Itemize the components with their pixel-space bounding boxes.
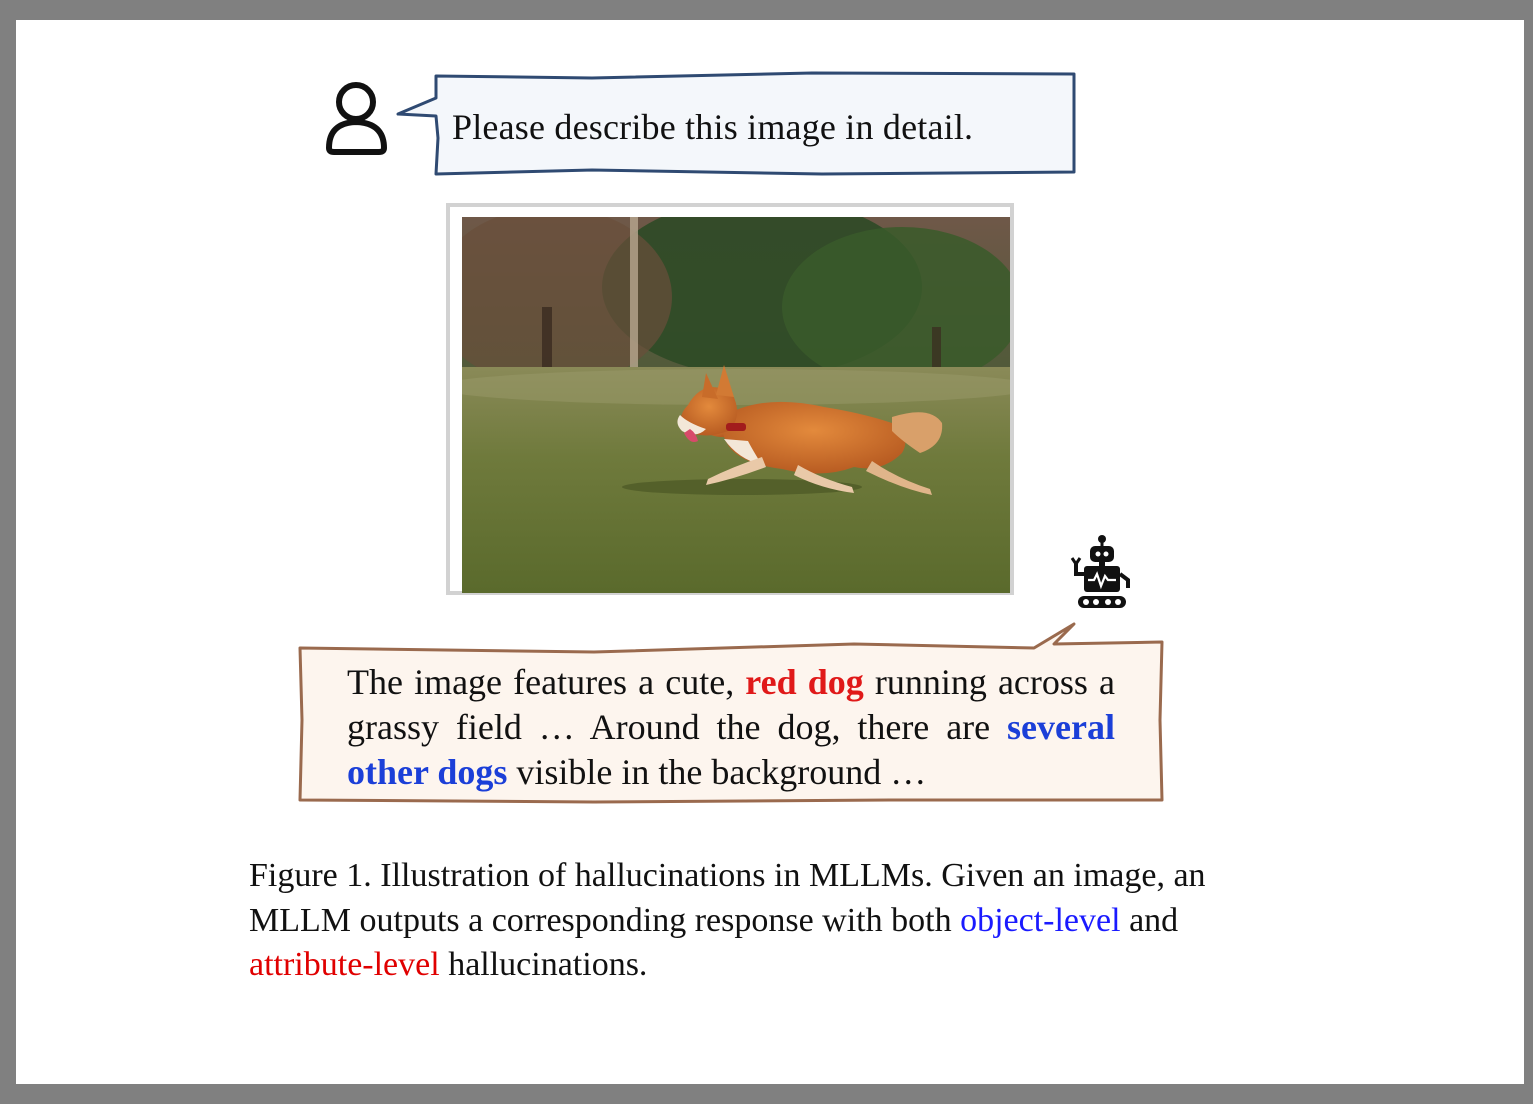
user-icon [326, 82, 387, 155]
caption-attribute-level: attribute-level [249, 946, 440, 983]
attribute-hallucination-text: red dog [745, 662, 864, 702]
response-text: The image features a cute, red dog runni… [347, 660, 1115, 795]
response-part-3: visible in the background … [507, 752, 927, 792]
robot-icon [1070, 535, 1130, 608]
corgi-photo [462, 217, 1010, 593]
caption-object-level: object-level [960, 901, 1121, 939]
response-part-1: The image features a cute, [347, 662, 746, 702]
prompt-text: Please describe this image in detail. [452, 107, 974, 147]
caption-part-2: and [1120, 901, 1179, 939]
figure-caption: Figure 1. Illustration of hallucinations… [249, 854, 1217, 988]
caption-part-3: hallucinations. [439, 946, 648, 983]
photo-frame [446, 203, 1014, 595]
